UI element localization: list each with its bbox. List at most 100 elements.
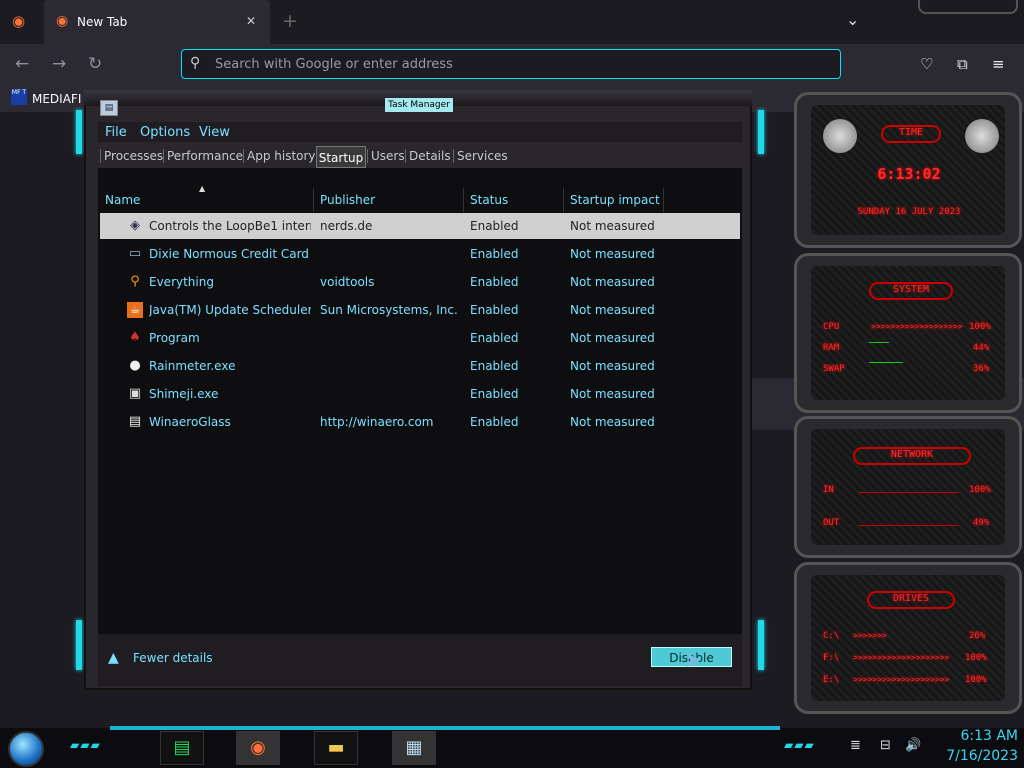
tab-details[interactable]: Details — [405, 149, 454, 163]
column-name[interactable]: Name — [105, 193, 140, 207]
drive-e-bar: >>>>>>>>>>>>>>>>>>>> — [853, 675, 950, 684]
column-divider[interactable] — [663, 188, 664, 212]
system-header: SYSTEM — [869, 282, 953, 300]
decor-chevrons-right: ▰▰▰ — [784, 738, 815, 752]
file-explorer-taskbar-icon[interactable]: ▬ — [314, 731, 358, 765]
window-icon: ▤ — [128, 414, 142, 429]
spotify-taskbar-icon[interactable]: ▤ — [160, 731, 204, 765]
swap-label: SWAP — [823, 364, 845, 374]
tab-startup[interactable]: Startup — [316, 146, 366, 168]
loopback-icon: ◈ — [130, 218, 140, 233]
magnifier-icon: ⚲ — [130, 274, 140, 289]
menu-file[interactable]: File — [105, 125, 127, 140]
mediafire-bookmark-icon: MF T — [11, 89, 27, 105]
tab-app-history[interactable]: App history — [243, 149, 319, 163]
close-tab-icon[interactable]: ✕ — [246, 14, 256, 28]
net-out-label: OUT — [823, 518, 840, 528]
row-name: Java(TM) Update Scheduler — [149, 303, 311, 317]
url-placeholder: Search with Google or enter address — [215, 57, 453, 72]
firefox-tab-icon: ◉ — [56, 13, 69, 29]
net-in-graph — [859, 492, 959, 493]
forward-icon[interactable]: → — [52, 54, 66, 74]
new-tab-button[interactable]: + — [282, 10, 298, 32]
table-row[interactable]: ⚲ Everything voidtools Enabled Not measu… — [100, 269, 740, 295]
credit-card-icon: ▭ — [128, 246, 142, 261]
tab-performance[interactable]: Performance — [163, 149, 246, 163]
firefox-taskbar-icon[interactable]: ◉ — [236, 731, 280, 765]
menu-view[interactable]: View — [199, 125, 230, 140]
table-row[interactable]: ♠ Program Enabled Not measured — [100, 325, 740, 351]
tab-new-tab[interactable]: ◉ New Tab ✕ — [44, 0, 270, 44]
row-name: WinaeroGlass — [149, 415, 231, 429]
table-row[interactable]: ◈ Controls the LoopBe1 intern... nerds.d… — [100, 213, 740, 239]
net-out-graph — [859, 525, 959, 526]
row-impact: Not measured — [570, 415, 655, 429]
decor-chevrons-left: ▰▰▰ — [70, 738, 101, 752]
column-startup-impact[interactable]: Startup impact — [570, 193, 660, 207]
reload-icon[interactable]: ↻ — [88, 54, 102, 74]
column-status[interactable]: Status — [470, 193, 508, 207]
column-divider[interactable] — [563, 188, 564, 212]
row-status: Enabled — [470, 219, 519, 233]
clock-time: 6:13:02 — [877, 165, 941, 183]
ram-label: RAM — [823, 343, 840, 353]
search-icon: ⚲ — [190, 55, 201, 71]
network-icon[interactable]: ⊟ — [880, 738, 891, 753]
taskbar-clock-date[interactable]: 7/16/2023 — [928, 748, 1018, 764]
menu-options[interactable]: Options — [140, 125, 190, 140]
table-row[interactable]: ▭ Dixie Normous Credit Card S... Enabled… — [100, 241, 740, 267]
drive-e-value: 100% — [965, 675, 987, 685]
table-row[interactable]: ☕ Java(TM) Update Scheduler Sun Microsys… — [100, 297, 740, 323]
window-title: Task Manager — [385, 98, 453, 112]
row-impact: Not measured — [570, 275, 655, 289]
row-publisher: voidtools — [320, 275, 375, 289]
tab-processes[interactable]: Processes — [100, 149, 166, 163]
back-icon[interactable]: ← — [15, 54, 29, 74]
alien-head-icon — [965, 119, 999, 153]
row-impact: Not measured — [570, 219, 655, 233]
row-status: Enabled — [470, 359, 519, 373]
column-publisher[interactable]: Publisher — [320, 193, 375, 207]
drive-c-bar: >>>>>>> — [853, 631, 887, 640]
row-publisher: Sun Microsystems, Inc. — [320, 303, 458, 317]
chevron-up-icon[interactable]: ▲ — [108, 650, 119, 666]
drive-f-bar: >>>>>>>>>>>>>>>>>>>> — [853, 653, 950, 662]
row-status: Enabled — [470, 331, 519, 345]
taskbar-clock-time[interactable]: 6:13 AM — [928, 728, 1018, 744]
tab-users[interactable]: Users — [367, 149, 408, 163]
table-row[interactable]: ● Rainmeter.exe Enabled Not measured — [100, 353, 740, 379]
frame-glow-left-bottom — [76, 620, 82, 670]
table-row[interactable]: ▤ WinaeroGlass http://winaero.com Enable… — [100, 409, 740, 435]
column-divider[interactable] — [463, 188, 464, 212]
menu-bar — [98, 122, 742, 142]
time-header: TIME — [881, 125, 941, 143]
frame-glow-left-top — [76, 110, 82, 154]
drive-f-value: 100% — [965, 653, 987, 663]
row-impact: Not measured — [570, 303, 655, 317]
start-button[interactable] — [8, 731, 44, 767]
pocket-icon[interactable]: ♡ — [920, 55, 933, 73]
extensions-icon[interactable]: ⧉ — [957, 55, 968, 73]
mouse-cursor-icon: ➤ — [684, 648, 703, 673]
column-divider[interactable] — [313, 188, 314, 212]
url-bar[interactable]: ⚲ Search with Google or enter address — [181, 49, 841, 79]
menu-icon[interactable]: ≡ — [992, 55, 1005, 73]
show-desktop-icon[interactable]: ≣ — [850, 738, 861, 753]
firefox-icon[interactable]: ◉ — [12, 12, 25, 30]
row-name: Dixie Normous Credit Card S... — [149, 247, 311, 261]
rainmeter-network-widget: NETWORK IN 100% OUT 49% — [794, 416, 1022, 558]
volume-icon[interactable]: 🔊 — [905, 738, 921, 753]
tab-services[interactable]: Services — [453, 149, 511, 163]
drive-e-label: E:\ — [823, 675, 840, 685]
shimeji-icon: ▣ — [128, 386, 142, 401]
swap-value: 36% — [973, 364, 990, 374]
row-name: Everything — [149, 275, 214, 289]
task-manager-taskbar-icon[interactable]: ▦ — [392, 731, 436, 765]
bookmark-mediafire[interactable]: MEDIAFI — [32, 92, 81, 106]
row-impact: Not measured — [570, 359, 655, 373]
fewer-details-link[interactable]: Fewer details — [133, 651, 213, 665]
table-row[interactable]: ▣ Shimeji.exe Enabled Not measured — [100, 381, 740, 407]
tab-title: New Tab — [77, 15, 128, 29]
drive-f-label: F:\ — [823, 653, 840, 663]
list-all-tabs-icon[interactable]: ⌄ — [846, 10, 859, 29]
